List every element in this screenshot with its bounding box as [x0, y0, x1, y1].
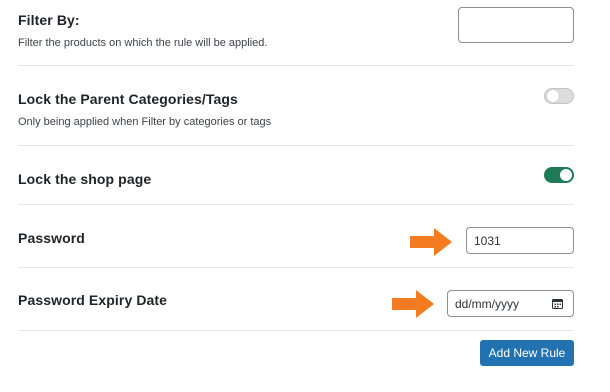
expiry-date-placeholder: dd/mm/yyyy [455, 296, 520, 311]
divider [18, 330, 574, 331]
arrow-right-icon [410, 228, 452, 256]
divider [18, 204, 574, 205]
password-value: 1031 [474, 233, 501, 248]
divider [18, 267, 574, 268]
calendar-icon[interactable] [552, 298, 563, 309]
rule-settings-panel: Filter By: Filter the products on which … [0, 0, 610, 392]
lock-parent-toggle[interactable] [544, 88, 574, 104]
lock-shop-toggle[interactable] [544, 167, 574, 183]
lock-parent-row: Lock the Parent Categories/Tags Only bei… [18, 91, 574, 128]
divider [18, 65, 574, 66]
filter-by-select[interactable] [458, 7, 574, 43]
password-input[interactable]: 1031 [466, 227, 574, 254]
lock-parent-description: Only being applied when Filter by catego… [18, 116, 272, 128]
lock-parent-label: Lock the Parent Categories/Tags [18, 91, 238, 107]
toggle-knob [547, 90, 559, 102]
arrow-right-icon [392, 290, 434, 318]
add-new-rule-button[interactable]: Add New Rule [480, 340, 574, 366]
divider [18, 145, 574, 146]
toggle-knob [560, 169, 572, 181]
lock-shop-label: Lock the shop page [18, 171, 152, 187]
expiry-date-input[interactable]: dd/mm/yyyy [447, 290, 574, 317]
lock-shop-row: Lock the shop page [18, 171, 574, 187]
